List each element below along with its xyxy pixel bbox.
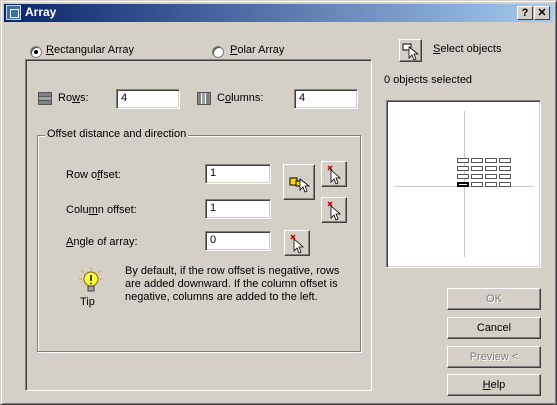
tip-text: By default, if the row offset is negativ… (125, 265, 340, 303)
close-button[interactable]: ✕ (534, 6, 550, 20)
select-objects-text: elect objects (440, 43, 502, 55)
offset-group-label: Offset distance and direction (45, 128, 189, 140)
select-objects-label[interactable]: Select objects (433, 43, 502, 55)
rows-icon (38, 92, 52, 105)
select-objects-icon (402, 43, 420, 61)
select-objects-button[interactable] (399, 39, 422, 62)
rows-input[interactable]: 4 (116, 89, 180, 109)
rows-label-post: s: (80, 92, 89, 104)
preview-cell (499, 174, 511, 179)
preview-cell (499, 158, 511, 163)
columns-label-pre: C (217, 92, 225, 104)
preview-cell (457, 166, 469, 171)
columns-icon (197, 92, 211, 105)
column-offset-label: Column offset: (66, 204, 137, 216)
column-offset-input[interactable]: 1 (205, 199, 271, 219)
preview-cell (457, 158, 469, 163)
angle-label-post: ngle of array: (73, 236, 138, 248)
pick-both-offsets-icon (289, 177, 311, 193)
rows-label-pre: Ro (58, 92, 73, 104)
preview-cell (471, 174, 483, 179)
preview-button[interactable]: Preview < (447, 346, 541, 368)
preview-cell (471, 158, 483, 163)
preview-cell (471, 166, 483, 171)
pick-angle-icon (290, 234, 305, 254)
lightbulb-icon (79, 267, 103, 293)
polar-array-text: olar Array (237, 44, 285, 56)
polar-array-label[interactable]: Polar Array (230, 44, 284, 56)
row-offset-label-pre: Row o (66, 169, 98, 181)
rectangular-array-label[interactable]: Rectangular Array (46, 44, 134, 56)
rectangular-array-mnemonic: R (46, 44, 54, 56)
pick-column-offset-icon (327, 201, 342, 221)
rows-label-mnemonic: w (72, 92, 81, 104)
cancel-button[interactable]: Cancel (447, 317, 541, 339)
pick-column-offset-button[interactable] (321, 197, 347, 223)
app-icon (6, 5, 21, 20)
preview-cell (457, 182, 469, 187)
title-bar[interactable]: Array ? ✕ (4, 4, 553, 22)
pick-row-offset-button[interactable] (321, 161, 347, 187)
pick-row-offset-icon (327, 165, 342, 185)
rectangular-array-radio[interactable] (30, 46, 42, 58)
row-offset-label-post: fset: (100, 169, 121, 181)
pick-both-offsets-button[interactable] (283, 164, 315, 200)
help-button[interactable]: Help (447, 374, 541, 396)
preview-cell (485, 174, 497, 179)
help-mnemonic: H (482, 379, 491, 391)
rows-label: Rows: (58, 92, 89, 104)
columns-label: Columns: (217, 92, 263, 104)
preview-cell (485, 182, 497, 187)
angle-label: Angle of array: (66, 236, 138, 248)
row-offset-input[interactable]: 1 (205, 164, 271, 184)
rectangular-array-text: ectangular Array (53, 44, 135, 56)
polar-array-radio[interactable] (212, 46, 224, 58)
columns-label-post: lumns: (231, 92, 264, 104)
help-title-button[interactable]: ? (517, 6, 533, 20)
array-dialog: Array ? ✕ Rectangular Array Polar Array … (0, 0, 557, 405)
tip-label: Tip (80, 296, 95, 308)
window-title: Array (25, 5, 57, 19)
ok-button[interactable]: OK (447, 288, 541, 310)
columns-input[interactable]: 4 (294, 89, 358, 109)
pick-angle-button[interactable] (284, 230, 310, 256)
preview-cell (471, 182, 483, 187)
preview-cell (485, 158, 497, 163)
row-offset-label: Row offset: (66, 169, 121, 181)
column-offset-mnemonic: m (88, 204, 98, 216)
angle-input[interactable]: 0 (205, 231, 271, 251)
array-preview (386, 100, 541, 268)
preview-cell (499, 166, 511, 171)
column-offset-label-pre: Colu (66, 204, 89, 216)
column-offset-label-post: n offset: (97, 204, 137, 216)
preview-cell (499, 182, 511, 187)
preview-cell (457, 174, 469, 179)
preview-cell (485, 166, 497, 171)
help-text: elp (490, 379, 506, 391)
objects-selected-count: 0 objects selected (384, 74, 473, 86)
